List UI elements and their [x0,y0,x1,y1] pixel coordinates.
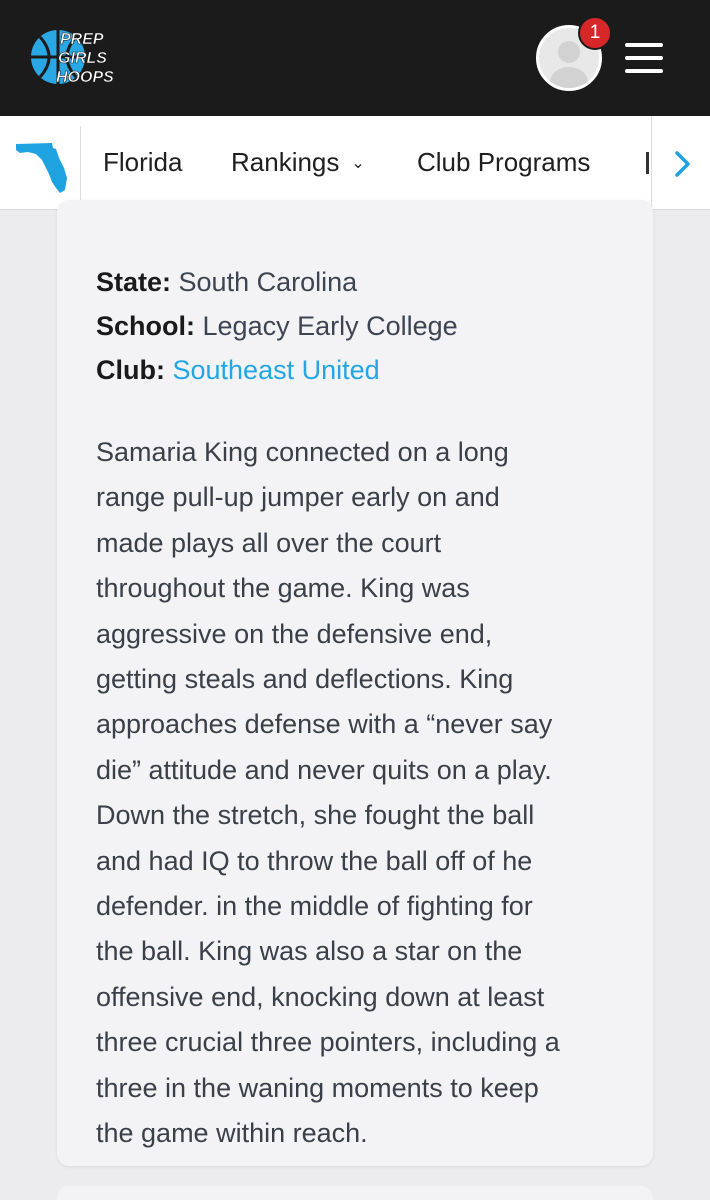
school-value: Legacy Early College [202,311,458,341]
basketball-logo-icon: PREP GIRLS HOOPS [31,30,114,86]
nav-divider [80,126,81,200]
evaluation-line: throughout the game. King was [96,573,470,604]
nav-item-label: Florida [103,147,183,177]
notification-badge: 1 [578,16,612,50]
nav-item-label: Club Programs [417,147,591,177]
chevron-down-icon: ⌄ [351,155,365,172]
state-value: South Carolina [178,267,358,297]
state-nav-bar: Florida Rankings ⌄ Club Programs [0,116,710,210]
evaluation-line: range pull-up jumper early on and [96,482,500,513]
logo-text-prep: PREP [60,31,104,48]
menu-icon[interactable] [625,43,663,73]
club-link[interactable]: Southeast United [173,355,380,385]
logo-text-hoops: HOOPS [56,69,114,86]
nav-item-label: Rankings [231,147,340,177]
top-bar: PREP GIRLS HOOPS 1 [0,0,710,116]
nav-item-club-programs[interactable]: Club Programs [417,147,590,178]
evaluation-line: the game within reach. [96,1118,368,1149]
evaluation-line: approaches defense with a “never say [96,709,553,740]
state-label: State: [96,267,172,297]
school-info: School: Legacy Early College [96,311,458,342]
chevron-right-icon [675,151,690,177]
club-label: Club: [96,355,165,385]
evaluation-line: defender. in the middle of fighting for [96,891,533,922]
evaluation-text: Samaria King connected on a long range p… [96,430,636,1157]
evaluation-line: Down the stretch, she fought the ball [96,800,535,831]
evaluation-line: made plays all over the court [96,527,442,558]
nav-item-rankings[interactable]: Rankings ⌄ [231,147,365,178]
evaluation-line: offensive end, knocking down at least [96,981,545,1012]
evaluation-line: aggressive on the defensive end, [96,618,493,649]
state-info: State: South Carolina [96,267,357,298]
prep-girls-hoops-logo[interactable]: PREP GIRLS HOOPS [28,26,140,88]
evaluation-line: and had IQ to throw the ball off of he [96,845,533,876]
evaluation-line: three crucial three pointers, including … [96,1027,560,1058]
evaluation-line: the ball. King was also a star on the [96,936,523,967]
evaluation-line: die” attitude and never quits on a play. [96,754,552,785]
evaluation-line: Samaria King connected on a long [96,437,509,467]
school-label: School: [96,311,195,341]
nav-item-overflow [646,152,649,174]
evaluation-line: three in the waning moments to keep [96,1072,539,1103]
club-info: Club: Southeast United [96,355,380,386]
next-card-edge [57,1186,653,1200]
evaluation-line: getting steals and deflections. King [96,664,514,695]
nav-item-florida[interactable]: Florida [103,147,182,178]
florida-state-icon[interactable] [12,138,70,196]
logo-text-girls: GIRLS [58,50,107,67]
user-avatar-button[interactable]: 1 [536,16,612,91]
nav-scroll-right-button[interactable] [651,116,710,209]
